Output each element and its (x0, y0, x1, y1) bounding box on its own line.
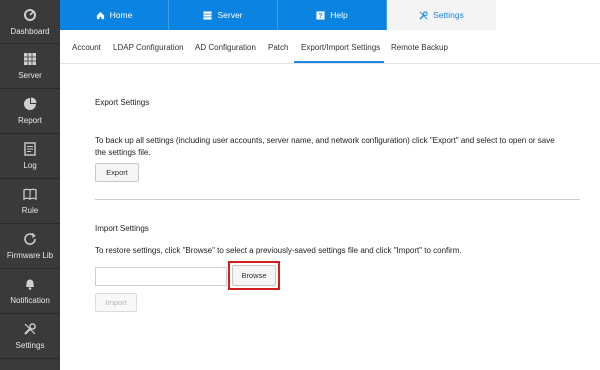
sidebar-item-label: Log (23, 161, 37, 170)
wrench-icon (23, 322, 37, 336)
tab-label: Server (217, 10, 243, 20)
sidebar-item-settings[interactable]: Settings (0, 314, 60, 359)
subnav-export-import-settings[interactable]: Export/Import Settings (301, 43, 380, 52)
wrench-icon (419, 10, 428, 20)
import-button[interactable]: Import (95, 293, 137, 312)
import-description: To restore settings, click "Browse" to s… (95, 246, 462, 255)
subnav-account[interactable]: Account (72, 43, 101, 52)
sidebar-item-label: Dashboard (10, 26, 50, 36)
sidebar-item-report[interactable]: Report (0, 89, 60, 134)
sub-nav: Account LDAP Configuration AD Configurat… (60, 30, 600, 64)
log-icon (23, 142, 37, 156)
sidebar: Dashboard Server Report Log Rule Firmwar… (0, 0, 60, 370)
top-nav: Home Server ? Help Settings (60, 0, 600, 30)
subnav-remote-backup[interactable]: Remote Backup (391, 43, 448, 52)
subnav-ad-configuration[interactable]: AD Configuration (195, 43, 256, 52)
sidebar-item-firmware-lib[interactable]: Firmware Lib (0, 224, 60, 269)
server-icon (203, 10, 213, 20)
export-button[interactable]: Export (95, 163, 139, 182)
dashboard-icon (23, 8, 37, 22)
sidebar-item-label: Report (17, 116, 42, 125)
sidebar-item-label: Settings (15, 341, 45, 350)
topbar-filler (496, 0, 600, 30)
sidebar-item-log[interactable]: Log (0, 134, 60, 179)
svg-text:?: ? (319, 11, 323, 20)
tab-label: Help (330, 10, 348, 20)
subnav-ldap-configuration[interactable]: LDAP Configuration (113, 43, 184, 52)
help-icon: ? (316, 11, 325, 20)
main-content: Export Settings To back up all settings … (60, 64, 600, 370)
tab-home[interactable]: Home (60, 0, 169, 30)
subnav-patch[interactable]: Patch (268, 43, 288, 52)
file-path-field[interactable] (95, 267, 227, 286)
tab-settings[interactable]: Settings (387, 0, 496, 30)
sidebar-item-rule[interactable]: Rule (0, 179, 60, 224)
sidebar-item-label: Firmware Lib (6, 251, 54, 260)
section-divider (95, 199, 580, 200)
tab-server[interactable]: Server (169, 0, 278, 30)
tab-label: Home (109, 10, 133, 20)
sidebar-item-server[interactable]: Server (0, 44, 60, 89)
sidebar-item-label: Server (18, 71, 42, 80)
sidebar-item-label: Notification (10, 296, 50, 305)
sidebar-item-dashboard[interactable]: Dashboard (0, 0, 60, 44)
tab-label: Settings (433, 10, 464, 20)
refresh-icon (23, 232, 37, 246)
server-icon (23, 52, 37, 66)
browse-highlight-box (228, 261, 280, 290)
tab-help[interactable]: ? Help (278, 0, 387, 30)
sidebar-item-notification[interactable]: Notification (0, 269, 60, 314)
import-settings-title: Import Settings (95, 224, 149, 233)
book-icon (23, 187, 37, 201)
sidebar-item-label: Rule (21, 206, 39, 215)
bell-icon (23, 277, 37, 291)
pie-chart-icon (23, 97, 37, 111)
export-settings-title: Export Settings (95, 98, 150, 107)
export-description: To back up all settings (including user … (95, 136, 555, 157)
home-icon (96, 11, 105, 20)
active-subnav-underline (294, 61, 384, 63)
